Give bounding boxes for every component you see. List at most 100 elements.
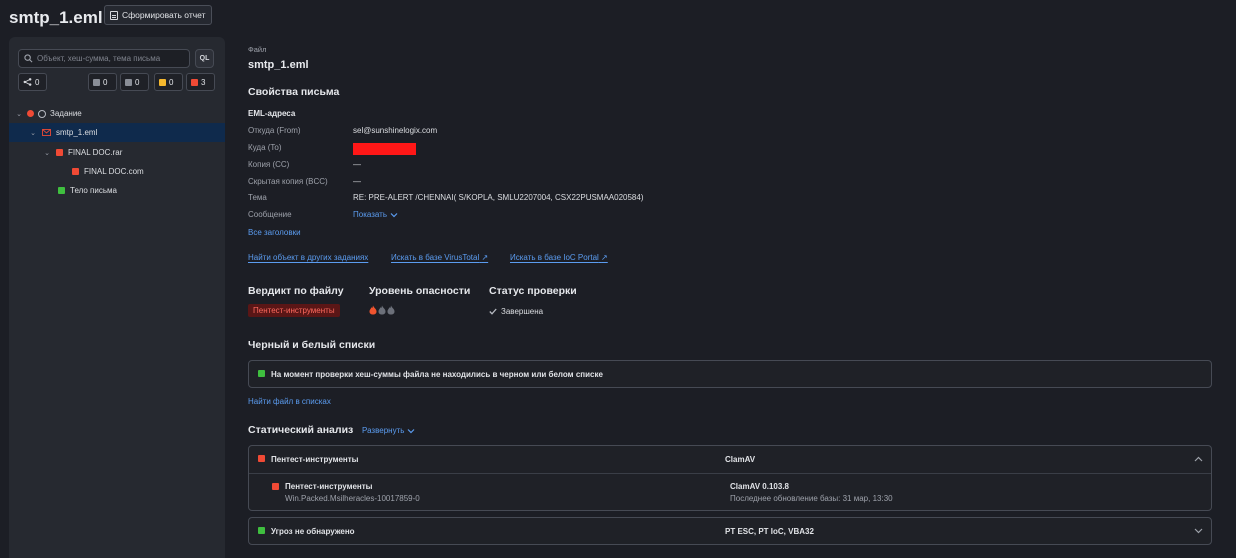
lists-message: На момент проверки хеш-суммы файла не на… (271, 370, 603, 379)
detail-verdict: Пентест-инструменты (285, 482, 373, 491)
generate-report-button[interactable]: Сформировать отчет (104, 5, 213, 25)
all-headers-link[interactable]: Все заголовки (248, 228, 301, 237)
red-square-icon (272, 483, 279, 490)
expand-label: Развернуть (362, 426, 405, 435)
gray-square-icon-2 (125, 78, 132, 86)
red-square-icon (258, 455, 265, 462)
tree-item-label: smtp_1.eml (56, 128, 98, 137)
tree-item-body[interactable]: Тело письма (9, 181, 225, 200)
subject-label: Тема (248, 193, 267, 202)
divider (249, 473, 1211, 474)
find-in-tasks-link[interactable]: Найти объект в других заданиях (248, 253, 368, 262)
danger-level-heading: Уровень опасности (369, 285, 471, 297)
red-square-icon (191, 78, 198, 86)
search-box[interactable] (18, 49, 190, 68)
verdict-heading: Вердикт по файлу (248, 285, 344, 297)
circle-icon (38, 109, 46, 118)
static-analysis-row-clean[interactable]: Угроз не обнаружено PT ESC, PT IoC, VBA3… (248, 517, 1212, 545)
page-title: smtp_1.eml (9, 8, 103, 27)
red-square-icon (72, 168, 79, 175)
main-panel: Файл smtp_1.eml Свойства письма EML-адре… (248, 0, 1218, 558)
lists-message-box: На момент проверки хеш-суммы файла не на… (248, 360, 1212, 388)
check-icon (489, 308, 497, 315)
tree-item-label: FINAL DOC.rar (68, 148, 123, 157)
tree-links-icon (23, 78, 32, 86)
links-count: 0 (35, 77, 40, 87)
generate-report-label: Сформировать отчет (122, 10, 206, 20)
tree-item-email[interactable]: ⌄ smtp_1.eml (9, 123, 225, 142)
row-verdict: Угроз не обнаружено (271, 527, 355, 536)
from-label: Откуда (From) (248, 126, 301, 135)
check-status: Завершена (489, 307, 543, 316)
find-in-lists-link[interactable]: Найти файл в списках (248, 397, 331, 406)
subject-value: RE: PRE-ALERT /CHENNAI( S/KOPLA, SMLU220… (353, 193, 644, 202)
links-counter[interactable]: 0 (18, 73, 47, 91)
chevron-down-icon[interactable] (1194, 528, 1203, 534)
redacted-to-value (353, 143, 416, 155)
search-input[interactable] (37, 54, 182, 63)
ql-button[interactable]: QL (195, 49, 214, 68)
ioc-portal-link[interactable]: Искать в базе IoC Portal ↗ (510, 253, 608, 262)
document-icon (110, 10, 118, 20)
tree-item-task[interactable]: ⌄ Задание (9, 104, 225, 123)
static-analysis-heading: Статический анализ (248, 424, 354, 436)
chevron-up-icon[interactable] (1194, 456, 1203, 462)
tree-item-archive[interactable]: ⌄ FINAL DOC.rar (9, 143, 225, 162)
yellow-counter[interactable]: 0 (154, 73, 183, 91)
from-value: sel@sunshinelogix.com (353, 126, 438, 135)
show-message-toggle[interactable]: Показать (353, 210, 398, 219)
gray-square-icon (93, 78, 100, 86)
green-square-icon (258, 527, 265, 534)
row-engine: PT ESC, PT IoC, VBA32 (725, 527, 814, 536)
external-link-icon: ↗ (601, 253, 608, 262)
ioc-portal-link-label: Искать в базе IoC Portal (510, 253, 599, 262)
gray-count-2: 0 (135, 77, 140, 87)
to-label: Куда (To) (248, 143, 282, 152)
green-square-icon (58, 187, 65, 194)
detail-update: Последнее обновление базы: 31 мар, 13:30 (730, 494, 893, 503)
email-icon (42, 129, 51, 136)
danger-level-indicator (369, 305, 395, 315)
tree-item-label: Задание (50, 109, 82, 118)
gray-count: 0 (103, 77, 108, 87)
file-label: Файл (248, 45, 267, 54)
cc-value: — (353, 160, 361, 169)
virustotal-link-label: Искать в базе VirusTotal (391, 253, 480, 262)
properties-heading: Свойства письма (248, 86, 340, 98)
bcc-value: — (353, 177, 361, 186)
chevron-down-icon[interactable]: ⌄ (43, 149, 51, 157)
detail-engine: ClamAV 0.103.8 (730, 482, 789, 491)
tree-item-inner-file[interactable]: FINAL DOC.com (9, 162, 225, 181)
tree-item-label: FINAL DOC.com (84, 167, 144, 176)
cc-label: Копия (CC) (248, 160, 290, 169)
message-label: Сообщение (248, 210, 292, 219)
file-name: smtp_1.eml (248, 59, 309, 71)
red-counter[interactable]: 3 (186, 73, 215, 91)
red-status-dot (27, 110, 34, 117)
flame-icon-inactive (378, 305, 386, 315)
chevron-down-icon (390, 212, 398, 217)
chevron-down-icon (407, 428, 415, 433)
yellow-square-icon (159, 78, 166, 86)
row-verdict: Пентест-инструменты (271, 455, 359, 464)
bcc-label: Скрытая копия (BCC) (248, 177, 328, 186)
flame-icon-inactive (387, 305, 395, 315)
virustotal-link[interactable]: Искать в базе VirusTotal ↗ (391, 253, 488, 262)
verdict-badge: Пентест-инструменты (248, 304, 340, 317)
row-engine: ClamAV (725, 455, 756, 464)
external-link-icon: ↗ (481, 253, 489, 262)
red-square-icon (56, 149, 63, 156)
detail-signature: Win.Packed.Msilheracles-10017859-0 (285, 494, 420, 503)
gray-counter-2[interactable]: 0 (120, 73, 149, 91)
lists-heading: Черный и белый списки (248, 339, 376, 351)
expand-toggle[interactable]: Развернуть (362, 426, 415, 435)
sidebar: QL 0 0 0 0 3 ⌄ Задание ⌄ smtp_1 (9, 37, 225, 558)
yellow-count: 0 (169, 77, 174, 87)
chevron-down-icon[interactable]: ⌄ (15, 110, 23, 118)
tree-item-label: Тело письма (70, 186, 117, 195)
red-count: 3 (201, 77, 206, 87)
gray-counter[interactable]: 0 (88, 73, 117, 91)
chevron-down-icon[interactable]: ⌄ (29, 129, 37, 137)
static-analysis-row-clamav[interactable]: Пентест-инструменты ClamAV Пентест-инстр… (248, 445, 1212, 511)
show-message-label: Показать (353, 210, 388, 219)
